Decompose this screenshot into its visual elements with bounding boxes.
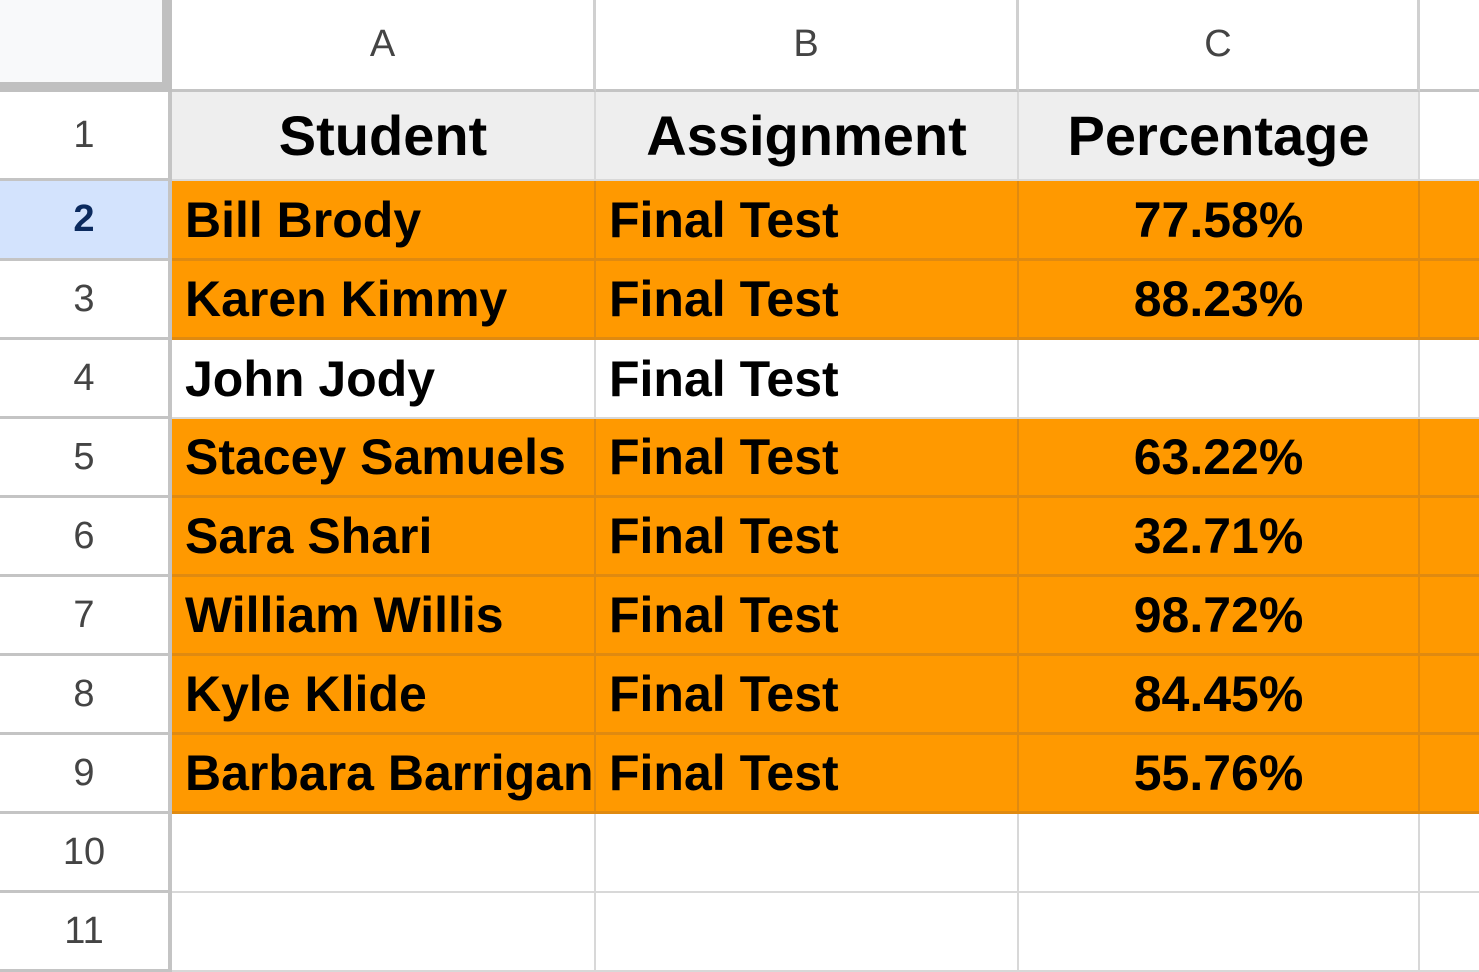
- row-header-3[interactable]: 3: [0, 261, 172, 340]
- cell-student[interactable]: John Jody: [172, 340, 596, 419]
- cell-student[interactable]: Bill Brody: [172, 181, 596, 261]
- column-header-c[interactable]: C: [1019, 0, 1420, 92]
- cell-empty[interactable]: [1420, 893, 1479, 972]
- cell-student[interactable]: William Willis: [172, 577, 596, 656]
- cell-empty[interactable]: [1420, 181, 1479, 261]
- cell-percentage[interactable]: [1019, 340, 1420, 419]
- cell-empty[interactable]: [172, 814, 596, 893]
- cell-empty[interactable]: [172, 893, 596, 972]
- row-header-9[interactable]: 9: [0, 735, 172, 814]
- row-header-11[interactable]: 11: [0, 893, 172, 972]
- cell-empty[interactable]: [596, 893, 1019, 972]
- cell-percentage[interactable]: 98.72%: [1019, 577, 1420, 656]
- cell-student[interactable]: Barbara Barrigan: [172, 735, 596, 814]
- cell-empty[interactable]: [1420, 735, 1479, 814]
- cell-student[interactable]: Karen Kimmy: [172, 261, 596, 340]
- cell-empty[interactable]: [1420, 498, 1479, 577]
- cell-empty[interactable]: [1019, 893, 1420, 972]
- row-header-7[interactable]: 7: [0, 577, 172, 656]
- cell-empty[interactable]: [1420, 656, 1479, 735]
- cell-empty[interactable]: [1420, 814, 1479, 893]
- row-header-4[interactable]: 4: [0, 340, 172, 419]
- column-header-a[interactable]: A: [172, 0, 596, 92]
- cell-assignment[interactable]: Final Test: [596, 656, 1019, 735]
- cell-assignment[interactable]: Final Test: [596, 181, 1019, 261]
- cell-percentage[interactable]: 88.23%: [1019, 261, 1420, 340]
- row-header-5[interactable]: 5: [0, 419, 172, 498]
- row-header-8[interactable]: 8: [0, 656, 172, 735]
- cell-empty[interactable]: [1019, 814, 1420, 893]
- cell-assignment[interactable]: Final Test: [596, 498, 1019, 577]
- cell-assignment[interactable]: Final Test: [596, 340, 1019, 419]
- row-header-2[interactable]: 2: [0, 181, 172, 261]
- cell-student[interactable]: Sara Shari: [172, 498, 596, 577]
- cell-empty[interactable]: [1420, 261, 1479, 340]
- cell-header-student[interactable]: Student: [172, 92, 596, 181]
- cell-empty[interactable]: [1420, 419, 1479, 498]
- row-header-10[interactable]: 10: [0, 814, 172, 893]
- column-header-b[interactable]: B: [596, 0, 1019, 92]
- cell-percentage[interactable]: 32.71%: [1019, 498, 1420, 577]
- row-header-6[interactable]: 6: [0, 498, 172, 577]
- cell-assignment[interactable]: Final Test: [596, 735, 1019, 814]
- cell-empty[interactable]: [1420, 577, 1479, 656]
- cell-student[interactable]: Stacey Samuels: [172, 419, 596, 498]
- cell-assignment[interactable]: Final Test: [596, 577, 1019, 656]
- cell-assignment[interactable]: Final Test: [596, 419, 1019, 498]
- cell-student[interactable]: Kyle Klide: [172, 656, 596, 735]
- column-header-d[interactable]: [1420, 0, 1479, 92]
- cell-empty[interactable]: [596, 814, 1019, 893]
- cell-empty[interactable]: [1420, 340, 1479, 419]
- cell-percentage[interactable]: 77.58%: [1019, 181, 1420, 261]
- cell-assignment[interactable]: Final Test: [596, 261, 1019, 340]
- cell-percentage[interactable]: 55.76%: [1019, 735, 1420, 814]
- row-header-1[interactable]: 1: [0, 92, 172, 181]
- cell-header-assignment[interactable]: Assignment: [596, 92, 1019, 181]
- cell-percentage[interactable]: 63.22%: [1019, 419, 1420, 498]
- cell-header-percentage[interactable]: Percentage: [1019, 92, 1420, 181]
- cell-empty[interactable]: [1420, 92, 1479, 181]
- cell-percentage[interactable]: 84.45%: [1019, 656, 1420, 735]
- select-all-corner[interactable]: [0, 0, 172, 92]
